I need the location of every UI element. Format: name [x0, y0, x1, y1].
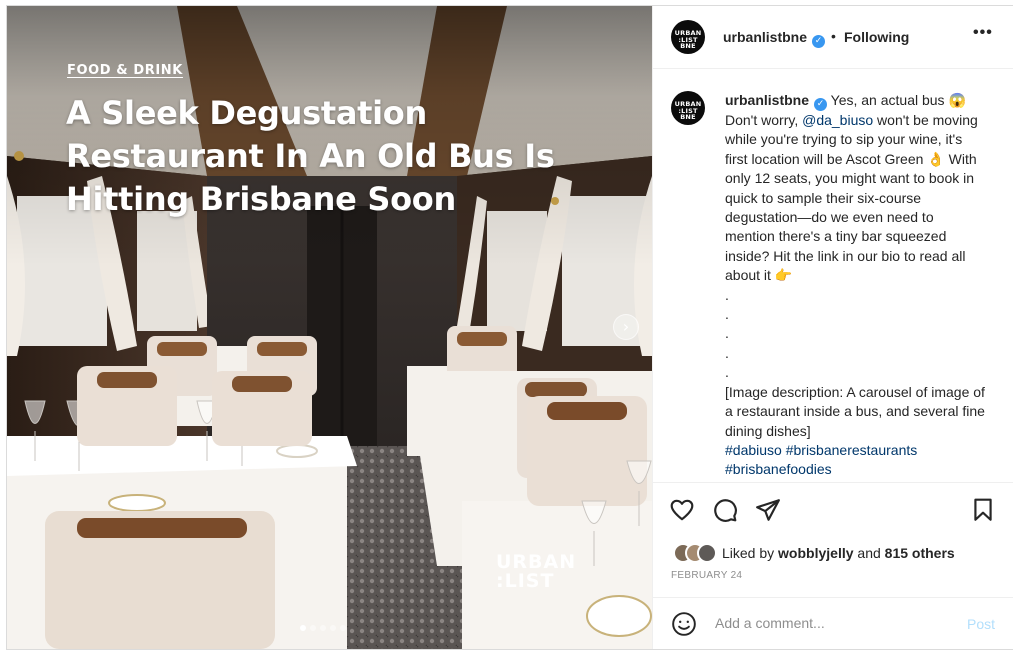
caption-mention-link[interactable]: @da_biuso [802, 112, 873, 128]
likes-prefix: Liked by [722, 545, 775, 561]
verified-badge-icon: ✓ [812, 35, 826, 48]
following-button[interactable]: Following [844, 29, 909, 45]
post-header: URBAN :LIST BNE urbanlistbne ✓ • Followin… [653, 6, 1013, 69]
heart-icon[interactable] [669, 497, 695, 523]
post-caption: urbanlistbne ✓ Yes, an actual bus 😱 Don't… [725, 91, 987, 480]
chevron-right-icon[interactable]: › [613, 314, 639, 340]
carousel-dot [330, 625, 336, 631]
carousel-dot-active [300, 625, 306, 631]
post-media[interactable]: FOOD & DRINK A Sleek Degustation Restaur… [7, 6, 652, 649]
image-description: [Image description: A carousel of image … [725, 383, 985, 439]
brand-logo: URBAN :LIST [496, 553, 576, 591]
liker-username-link[interactable]: wobblyjelly [778, 545, 853, 561]
carousel-indicator [300, 625, 346, 631]
post-frame: FOOD & DRINK A Sleek Degustation Restaur… [6, 5, 1013, 650]
post-comment-button[interactable]: Post [967, 616, 995, 632]
header-separator: • [831, 28, 836, 44]
carousel-dot [310, 625, 316, 631]
bookmark-icon[interactable] [970, 497, 996, 523]
caption-dot: . [725, 364, 729, 381]
post-date[interactable]: FEBRUARY 24 [671, 570, 742, 581]
smiley-icon[interactable] [671, 611, 697, 637]
header-username-link[interactable]: urbanlistbne ✓ [723, 29, 826, 48]
caption-username[interactable]: urbanlistbne [725, 92, 809, 108]
likes-summary: Liked by wobblyjelly and 815 others [673, 543, 955, 563]
likes-middle: and [857, 545, 881, 561]
carousel-dot [320, 625, 326, 631]
caption-text-2: won't be moving while you're trying to s… [725, 112, 978, 284]
caption-dot: . [725, 286, 729, 303]
hashtag-line-2[interactable]: #brisbanefoodies [725, 460, 987, 479]
post-side-panel: URBAN :LIST BNE urbanlistbne ✓ • Followin… [652, 6, 1013, 649]
caption-dot: . [725, 325, 729, 342]
hashtag-line-1[interactable]: #dabiuso #brisbanerestaurants [725, 441, 987, 460]
send-icon[interactable] [755, 497, 781, 523]
verified-badge-icon: ✓ [814, 98, 828, 111]
comment-bar: Post [653, 597, 1013, 649]
avatar-text-3: BNE [680, 113, 696, 121]
more-horizontal-icon[interactable]: ••• [973, 25, 995, 44]
caption-avatar[interactable]: URBAN :LIST BNE [671, 91, 705, 125]
header-username[interactable]: urbanlistbne [723, 29, 807, 45]
caption-dot: . [725, 306, 729, 323]
avatar[interactable]: URBAN :LIST BNE [671, 20, 705, 54]
likes-others-link[interactable]: 815 others [885, 545, 955, 561]
caption-dot: . [725, 344, 729, 361]
post-actions: Liked by wobblyjelly and 815 others FEBR… [653, 482, 1013, 597]
liker-avatar [697, 543, 717, 563]
article-headline: A Sleek Degustation Restaurant In An Old… [66, 94, 555, 218]
likes-text: Liked by wobblyjelly and 815 others [722, 545, 955, 561]
article-category: FOOD & DRINK [67, 63, 183, 78]
avatar-text-3: BNE [680, 42, 696, 50]
comment-input[interactable] [715, 608, 955, 638]
carousel-dot [340, 625, 346, 631]
comment-icon[interactable] [712, 497, 738, 523]
caption-area[interactable]: URBAN :LIST BNE urbanlistbne ✓ Yes, an ac… [653, 70, 1013, 482]
brand-logo-line-2: :LIST [496, 570, 555, 592]
